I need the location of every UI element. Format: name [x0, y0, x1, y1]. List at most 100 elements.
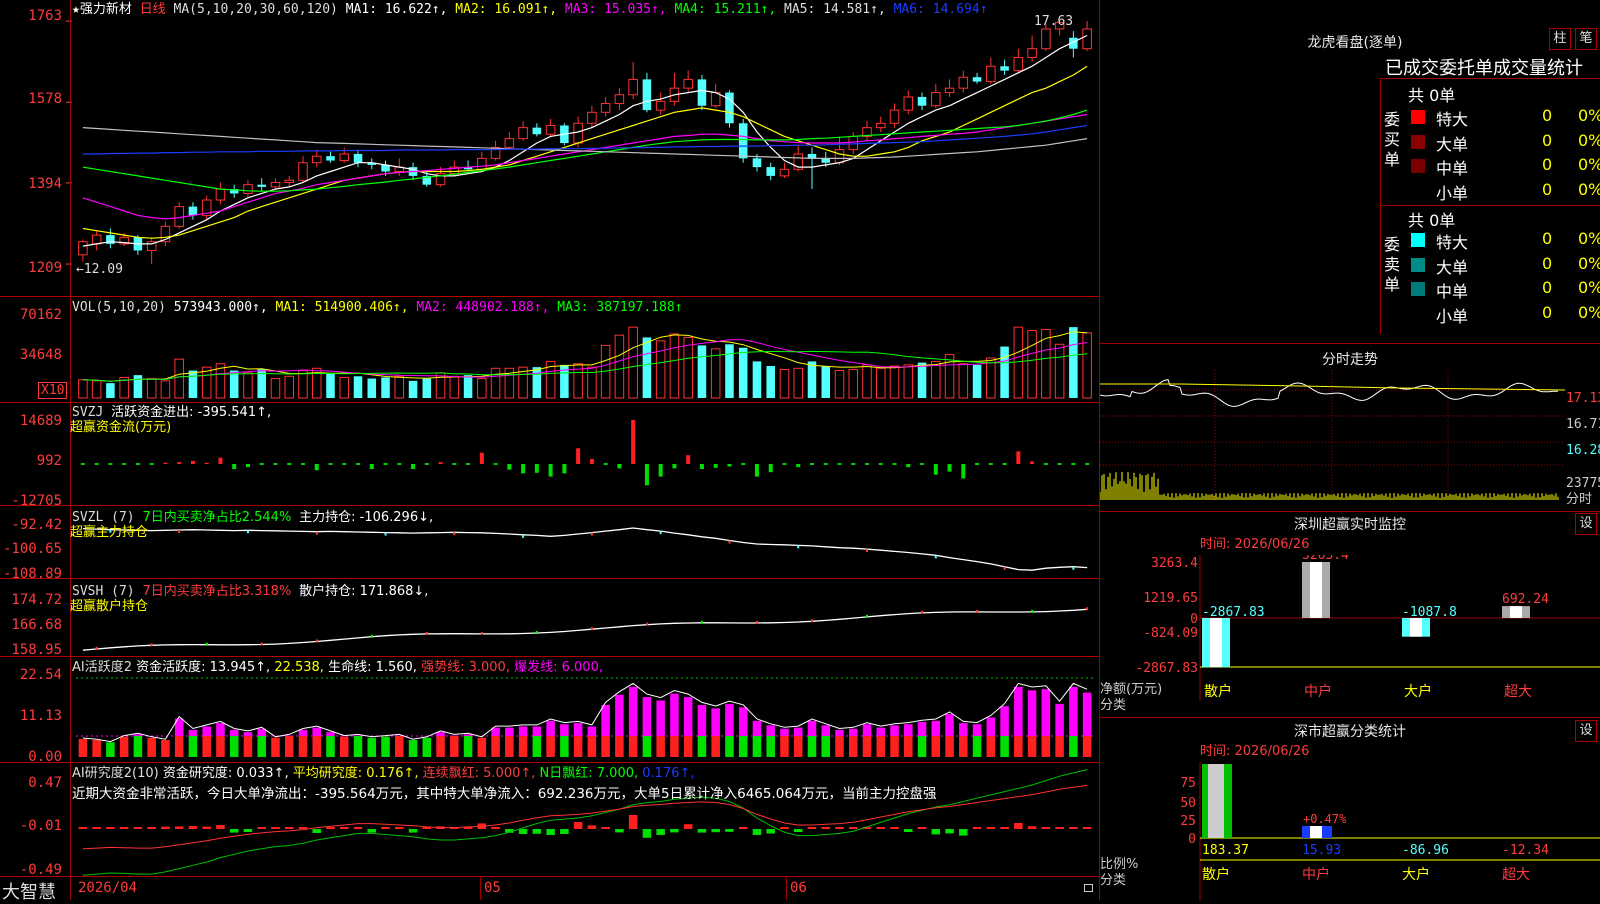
- candle-down: [1000, 66, 1009, 70]
- ai-activity-bar: [299, 736, 308, 757]
- intraday-chart[interactable]: [1100, 370, 1600, 510]
- lock-icon[interactable]: [1084, 884, 1093, 892]
- svzj-bar: [163, 463, 167, 464]
- svsh-mark: [1031, 610, 1033, 613]
- candle-up: [574, 123, 583, 143]
- buy-order-pct: 0%: [1578, 180, 1600, 199]
- svzj-flat-mark: [397, 463, 401, 465]
- candle-up: [478, 158, 487, 169]
- ai-research-bar: [161, 827, 170, 829]
- bar-view-button[interactable]: 柱: [1549, 28, 1571, 50]
- ai-activity-label[interactable]: AI活跃度2: [72, 660, 132, 675]
- svzl-mark: [247, 530, 249, 533]
- candle-up: [945, 88, 954, 92]
- ai-research-axis-label: -0.01: [0, 818, 62, 834]
- period-label[interactable]: 日线: [140, 2, 166, 17]
- intraday-axis-label: 23775: [1566, 476, 1600, 491]
- ai-activity-burst: [877, 728, 886, 736]
- ai-activity-bar: [395, 736, 404, 757]
- candle-up: [932, 93, 941, 106]
- svzl-mark: [453, 532, 455, 535]
- ai-activity-bar: [161, 740, 170, 757]
- ai-research-bar: [849, 827, 858, 829]
- svsh-label[interactable]: SVSH (7): [72, 584, 135, 599]
- svzj-flat-mark: [136, 463, 140, 465]
- buy-order-color-swatch: [1411, 110, 1425, 124]
- svsh-sub: 超赢散户持仓: [70, 599, 148, 614]
- volume-bar-up: [670, 334, 679, 398]
- class-bar-highlight: [1310, 826, 1322, 838]
- svzj-bar: [439, 462, 443, 464]
- ai-research-bar: [932, 829, 941, 834]
- main-chart-area[interactable]: [0, 0, 1100, 900]
- vol-axis-label: 70162: [0, 307, 62, 323]
- ai-activity-burst: [821, 725, 830, 736]
- ai-activity-burst: [1028, 690, 1037, 736]
- svsh-mark: [206, 643, 208, 646]
- candle-down: [973, 77, 982, 81]
- vol-ma2: MA2: 448902.188↑,: [416, 300, 549, 315]
- class-category-label: 超大: [1502, 867, 1530, 883]
- brand-logo: 大智慧: [2, 878, 56, 904]
- svsh-mark: [756, 621, 758, 624]
- month-divider: [480, 877, 481, 900]
- ai-activity-bar: [79, 739, 88, 757]
- ai-research-bar: [1055, 827, 1064, 829]
- ai-activity-bar: [849, 736, 858, 757]
- ai-activity-burst: [932, 721, 941, 736]
- longhu-title: 龙虎看盘(逐单): [1290, 32, 1420, 52]
- ai-activity-axis-label: 0.00: [0, 749, 62, 765]
- ai-research-axis-label: 0.47: [0, 775, 62, 791]
- svzj-bar: [411, 464, 415, 469]
- pane-divider: [0, 296, 1100, 297]
- monitor-settings-button[interactable]: 设: [1575, 513, 1597, 535]
- ai-activity-bar: [450, 736, 459, 757]
- ai-research-bar: [147, 827, 156, 829]
- svzj-bar: [645, 464, 649, 485]
- svzj-bar: [769, 464, 773, 472]
- ma-params[interactable]: MA(5,10,20,30,60,120): [174, 2, 338, 17]
- svzj-bar: [205, 463, 209, 464]
- svzl-label[interactable]: SVZL (7): [72, 510, 135, 525]
- ai-activity-bar: [147, 738, 156, 757]
- ai-research-v5: 0.176↑,: [642, 766, 694, 781]
- vol-label[interactable]: VOL(5,10,20): [72, 300, 166, 315]
- ai-activity-bar: [519, 736, 528, 757]
- ai-research-bar: [519, 829, 528, 834]
- ai-research-bar: [354, 827, 363, 829]
- ai-research-label[interactable]: AI研究度2(10): [72, 766, 159, 781]
- ai-activity-bar: [753, 736, 762, 757]
- candle-down: [753, 158, 762, 167]
- ai-activity-burst: [643, 697, 652, 736]
- sell-order-color-swatch: [1411, 233, 1425, 247]
- class-axis-label: 25: [1180, 814, 1196, 829]
- svzj-axis-label: -12705: [0, 493, 62, 509]
- ai-activity-burst: [835, 730, 844, 736]
- ai-activity-burst: [464, 734, 473, 736]
- svzj-flat-mark: [356, 463, 360, 465]
- date-month-06: 06: [790, 880, 807, 896]
- ai-research-bar: [79, 827, 88, 829]
- buy-order-count: 0: [1542, 131, 1552, 150]
- ai-activity-bar: [230, 736, 239, 757]
- svzl-mark: [1004, 567, 1006, 570]
- svzl-sub: 超赢主力持仓: [70, 525, 148, 540]
- ai-activity-bar: [821, 736, 830, 757]
- svzj-flat-mark: [810, 463, 814, 465]
- svzl-mark: [866, 549, 868, 552]
- class-settings-button[interactable]: 设: [1575, 720, 1597, 742]
- svsh-mark: [481, 632, 483, 635]
- monitor-axis-label: 3263.4: [1151, 556, 1198, 571]
- ma5-value: MA5: 14.581↑,: [784, 2, 886, 17]
- ai-activity-burst: [863, 724, 872, 736]
- ai-activity-burst: [711, 708, 720, 736]
- favorite-star-icon[interactable]: ★: [72, 2, 80, 17]
- tick-view-button[interactable]: 笔: [1575, 28, 1597, 50]
- candle-down: [739, 123, 748, 158]
- ai-research-bar: [766, 829, 775, 834]
- ai-activity-bar: [1000, 736, 1009, 757]
- candle-up: [835, 150, 844, 163]
- ai-research-bar: [120, 827, 129, 829]
- svzj-label[interactable]: SVZJ: [72, 405, 103, 420]
- stock-name[interactable]: 强力新材: [80, 2, 132, 17]
